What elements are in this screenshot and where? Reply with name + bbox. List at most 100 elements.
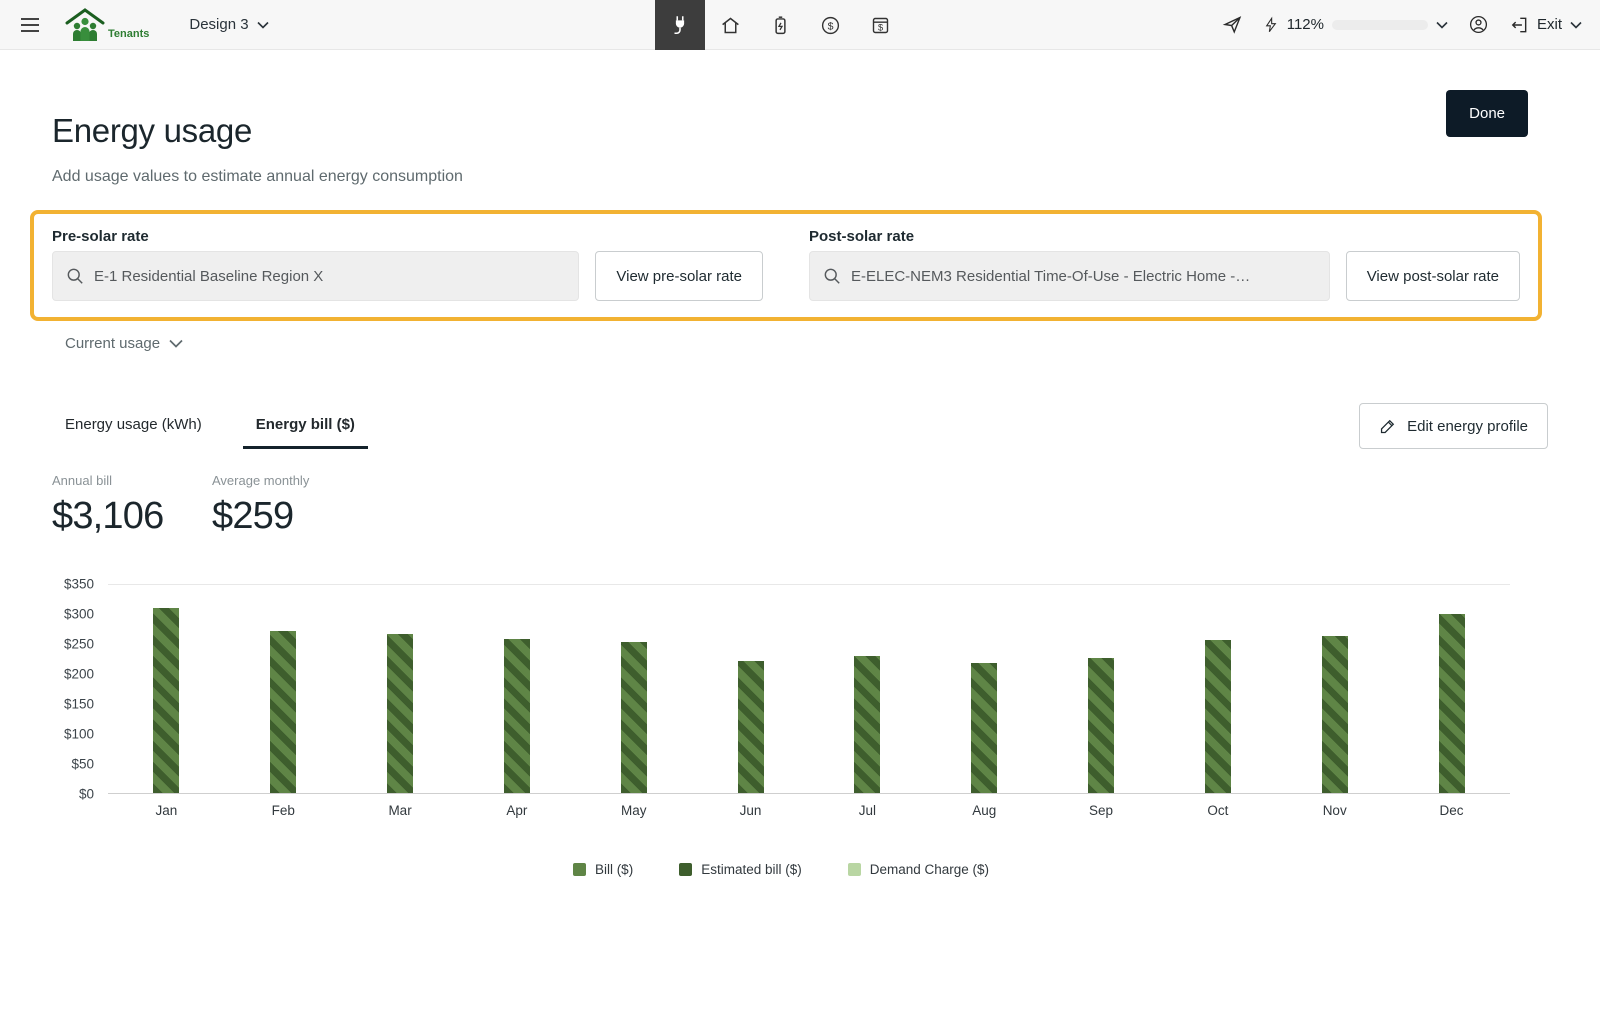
x-axis-tick-label: Dec [1393,803,1510,818]
chevron-down-icon[interactable] [1436,21,1448,29]
search-icon [66,267,84,285]
x-axis-tick-label: May [575,803,692,818]
help-button[interactable] [1462,8,1495,41]
edit-energy-profile-label: Edit energy profile [1407,418,1528,435]
bar-oct [1205,640,1231,793]
chart-month-slot [1043,585,1160,793]
chart-month-slot [108,585,225,793]
annual-bill-value: $3,106 [52,495,212,538]
view-post-solar-rate-button[interactable]: View post-solar rate [1346,251,1520,301]
chart-month-slot [692,585,809,793]
bar-dec [1439,614,1465,793]
hamburger-menu-button[interactable] [14,11,46,39]
x-axis-tick-label: Jun [692,803,809,818]
plug-icon [669,14,691,36]
pre-solar-rate-field[interactable] [52,251,579,301]
x-axis-tick-label: Nov [1276,803,1393,818]
y-axis-tick-label: $350 [64,577,94,592]
x-axis-tick-label: Mar [342,803,459,818]
electrical-plug-tool-button[interactable] [655,0,705,50]
chart-month-slot [575,585,692,793]
x-axis-tick-label: Jul [809,803,926,818]
y-axis-tick-label: $150 [64,697,94,712]
legend-swatch [679,863,692,876]
design-selector[interactable]: Design 3 [189,16,268,33]
chart-month-slot [225,585,342,793]
send-plane-icon [1222,14,1243,35]
exit-button[interactable]: Exit [1509,15,1582,35]
y-axis-tick-label: $300 [64,607,94,622]
legend-item: Bill ($) [573,862,633,877]
energy-bill-chart: $0$50$100$150$200$250$300$350 JanFebMarA… [52,584,1510,877]
search-icon [823,267,841,285]
dollar-document-icon: $ [870,15,891,36]
exit-door-icon [1509,15,1529,35]
legend-swatch [573,863,586,876]
battery-status[interactable]: 112% [1263,16,1448,34]
x-axis-tick-label: Apr [458,803,575,818]
bar-jun [738,661,764,793]
x-axis-tick-label: Sep [1043,803,1160,818]
y-axis-tick-label: $200 [64,667,94,682]
page-subtitle: Add usage values to estimate annual ener… [52,168,1548,186]
x-axis-tick-label: Aug [926,803,1043,818]
chart-month-slot [1159,585,1276,793]
legend-label: Demand Charge ($) [870,862,989,877]
x-axis-tick-label: Jan [108,803,225,818]
legend-swatch [848,863,861,876]
home-tool-button[interactable] [705,0,755,50]
tenants-label: Tenants [108,28,149,43]
y-axis-tick-label: $100 [64,727,94,742]
current-usage-label: Current usage [65,335,160,352]
chevron-down-icon [1570,21,1582,29]
battery-tool-button[interactable] [755,0,805,50]
battery-percentage: 112% [1287,16,1324,33]
y-axis-tick-label: $250 [64,637,94,652]
bar-sep [1088,658,1114,793]
post-solar-rate-input[interactable] [851,268,1316,285]
usage-tabs: Energy usage (kWh) Energy bill ($) Edit … [52,403,1548,449]
y-axis-tick-label: $50 [71,757,94,772]
tenants-logo[interactable]: Tenants [64,7,149,43]
battery-progress-bar [1332,20,1428,30]
chart-month-slot [1393,585,1510,793]
battery-icon [770,15,791,36]
bar-jul [854,656,880,793]
bar-feb [270,631,296,793]
chart-month-slot [458,585,575,793]
svg-text:$: $ [827,20,833,32]
chart-y-axis: $0$50$100$150$200$250$300$350 [52,584,108,794]
bar-mar [387,634,413,793]
exit-label: Exit [1537,16,1562,33]
energy-usage-page: Done Energy usage Add usage values to es… [0,50,1600,877]
topbar: Tenants Design 3 [0,0,1600,50]
page-title: Energy usage [52,112,1548,150]
tab-energy-bill[interactable]: Energy bill ($) [243,403,368,449]
pre-solar-rate-input[interactable] [94,268,565,285]
annual-bill-stat: Annual bill $3,106 [52,473,212,538]
simulate-button[interactable] [1216,8,1249,41]
current-usage-toggle[interactable]: Current usage [65,335,183,352]
pencil-icon [1379,418,1396,435]
post-solar-rate-field[interactable] [809,251,1330,301]
person-circle-icon [1468,14,1489,35]
design-toolbar: $ $ [655,0,905,50]
average-monthly-label: Average monthly [212,473,372,488]
pre-solar-rate-label: Pre-solar rate [52,228,763,245]
edit-energy-profile-button[interactable]: Edit energy profile [1359,403,1548,449]
chart-legend: Bill ($)Estimated bill ($)Demand Charge … [52,862,1510,877]
done-button[interactable]: Done [1446,90,1528,137]
lightning-bolt-icon [1263,16,1279,34]
rates-tool-button[interactable]: $ [855,0,905,50]
chevron-down-icon [257,21,269,29]
chart-month-slot [809,585,926,793]
view-pre-solar-rate-button[interactable]: View pre-solar rate [595,251,763,301]
bar-apr [504,639,530,793]
bar-aug [971,663,997,793]
legend-label: Bill ($) [595,862,633,877]
x-axis-tick-label: Oct [1159,803,1276,818]
hamburger-icon [20,17,40,33]
tab-energy-usage-kwh[interactable]: Energy usage (kWh) [52,403,215,449]
pricing-tool-button[interactable]: $ [805,0,855,50]
annual-bill-label: Annual bill [52,473,212,488]
